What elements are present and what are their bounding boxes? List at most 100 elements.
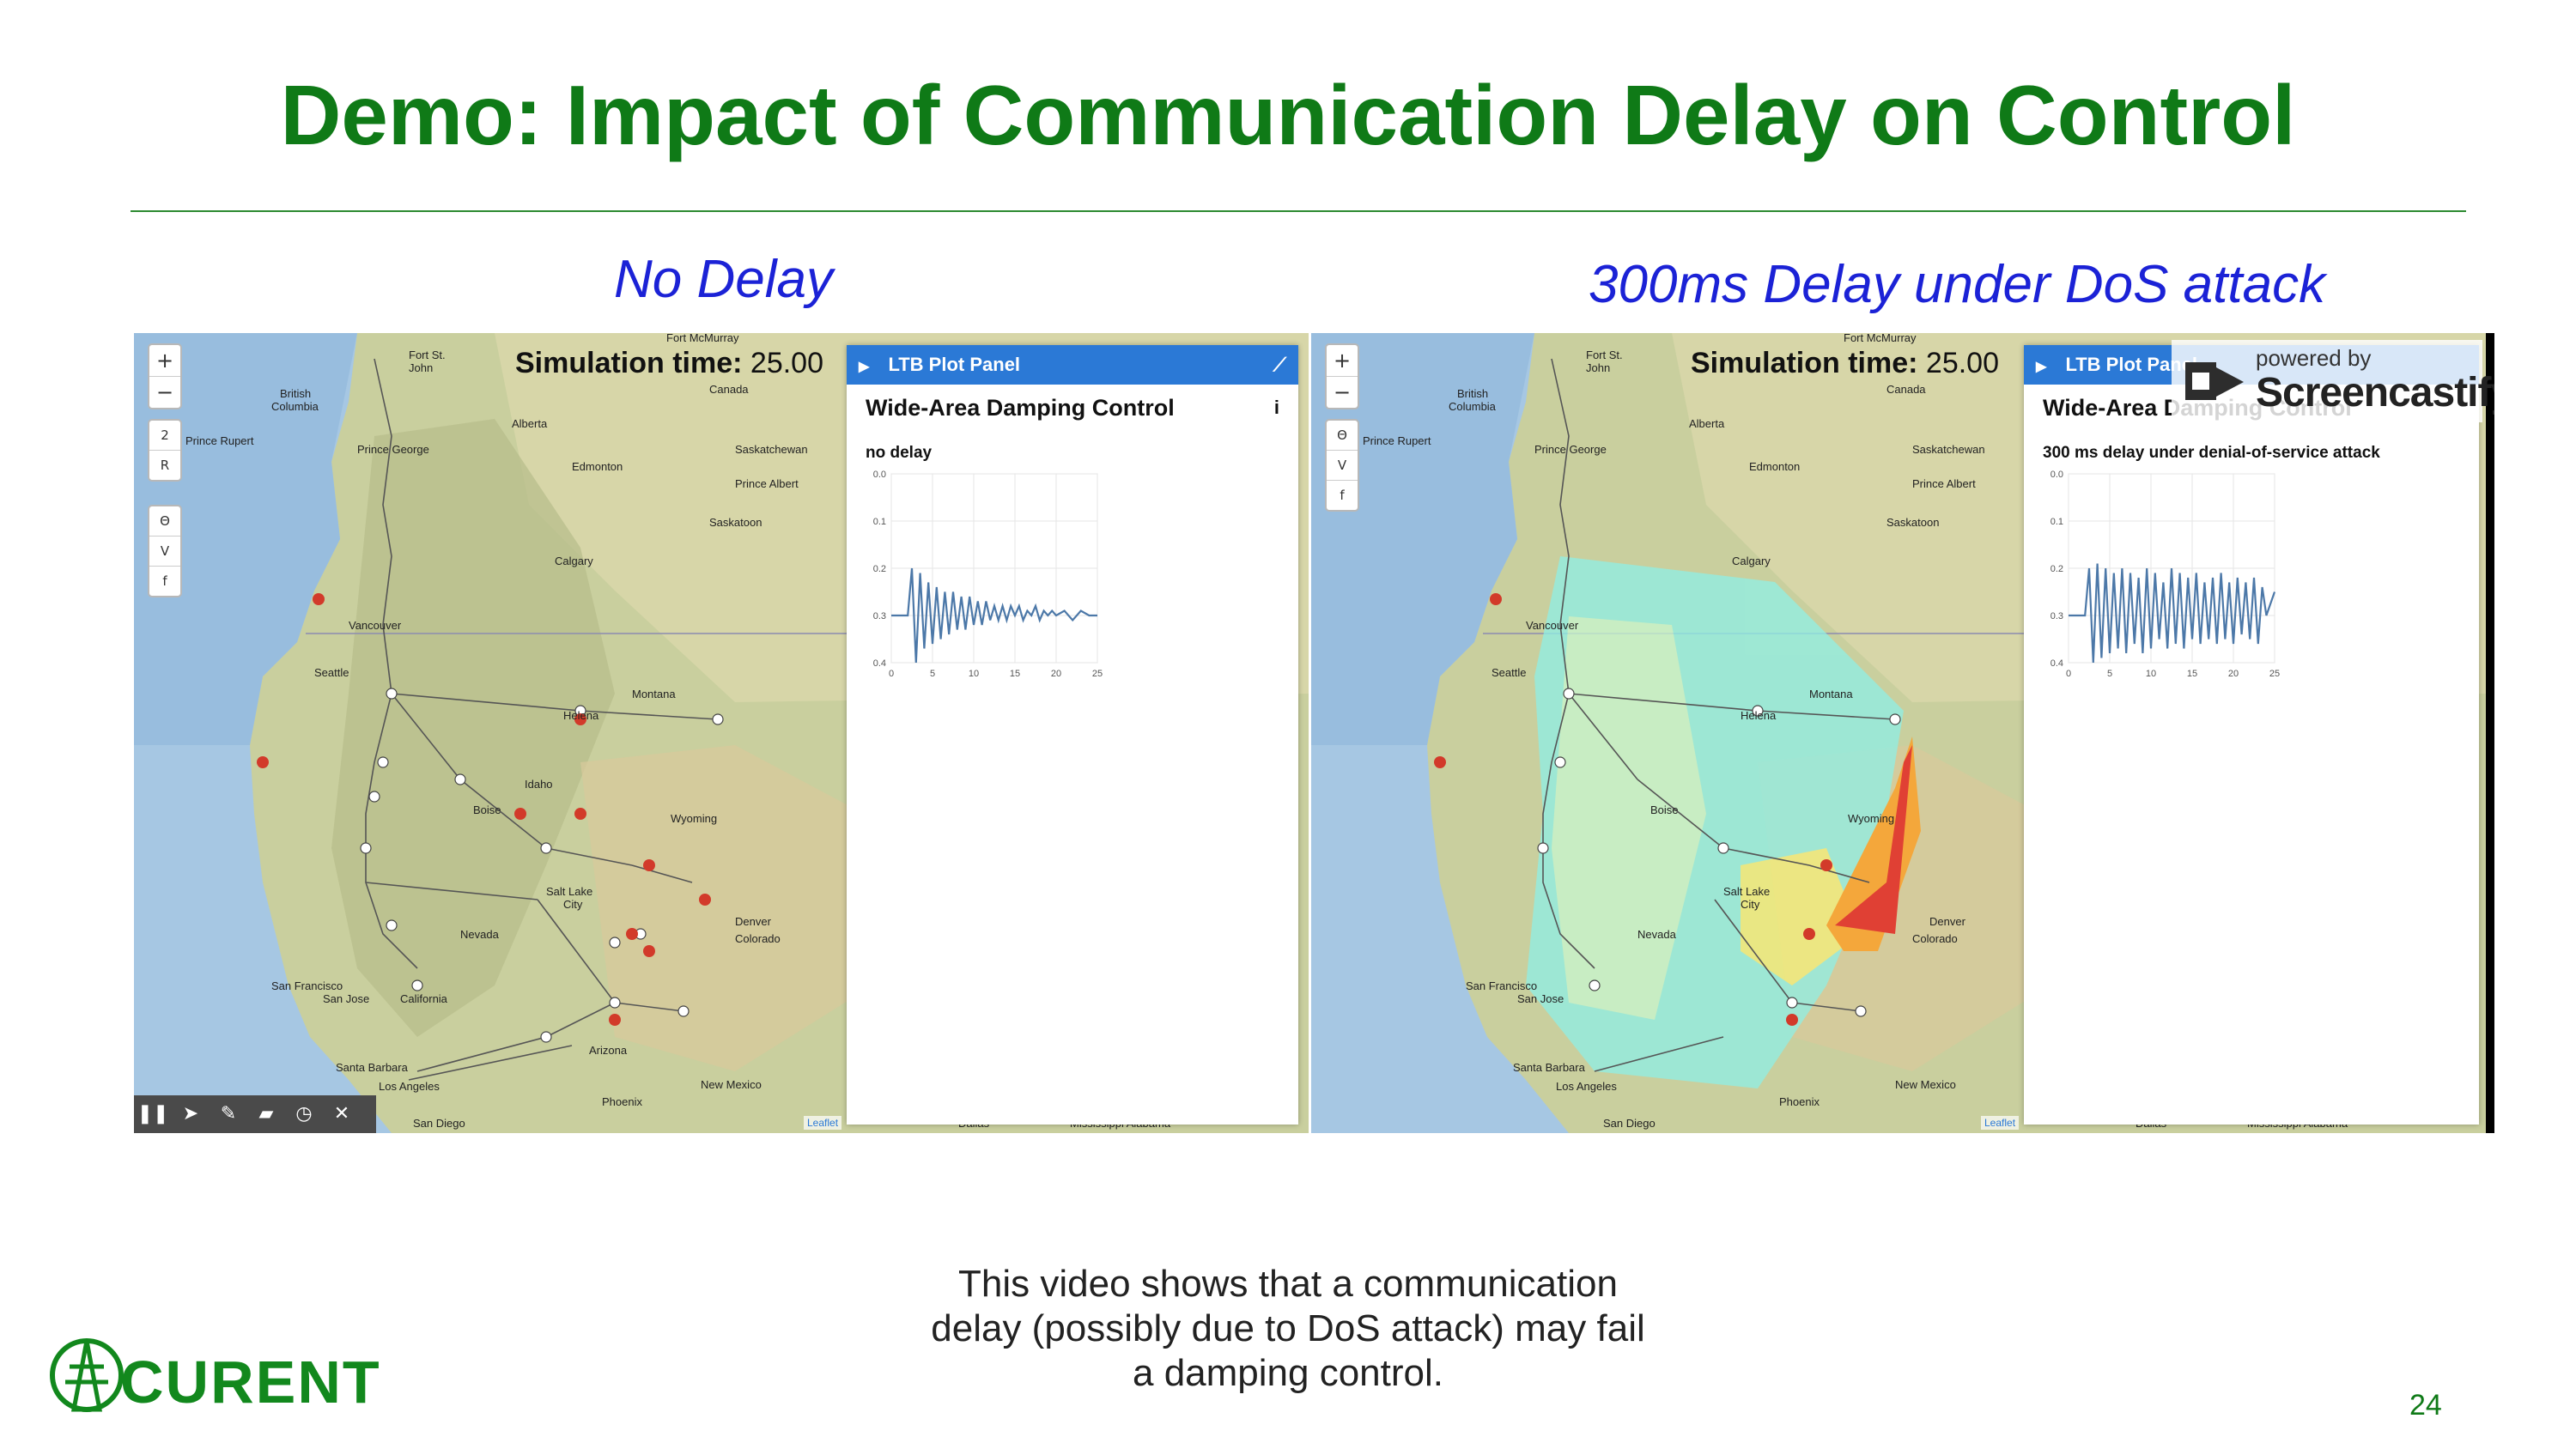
y-tick-label: 0.2 <box>2050 564 2063 574</box>
svg-text:Idaho: Idaho <box>525 778 553 791</box>
layer-button-r[interactable]: R <box>149 451 180 480</box>
leaflet-attribution[interactable]: Leaflet <box>1981 1116 2020 1130</box>
damping-chart-delay: 0 5 10 15 20 25 0.0 0.1 0.2 0.3 0.4 <box>2050 470 2280 679</box>
x-tick-label: 0 <box>889 669 894 679</box>
svg-text:Columbia: Columbia <box>1449 400 1497 413</box>
pause-icon[interactable]: ❚❚ <box>134 1095 172 1133</box>
variable-controls: Θ V f <box>1325 419 1359 512</box>
screencastify-logo-icon <box>2185 362 2244 400</box>
video-panel-delay[interactable]: Fort St. John British Columbia Prince Ru… <box>1311 333 2494 1133</box>
simulation-time: Simulation time: 25.00 <box>515 347 823 380</box>
svg-text:Salt Lake: Salt Lake <box>1723 885 1770 898</box>
watermark-brand: Screencastify <box>2256 370 2494 415</box>
svg-text:California: California <box>400 992 448 1005</box>
voltage-button[interactable]: V <box>1327 451 1358 481</box>
eraser-icon[interactable]: ▰ <box>247 1095 285 1133</box>
expand-arrow-icon[interactable]: ▶ <box>2036 348 2046 387</box>
y-tick-label: 0.0 <box>2050 470 2063 480</box>
svg-text:Santa Barbara: Santa Barbara <box>336 1061 409 1074</box>
svg-text:John: John <box>1586 361 1610 374</box>
y-tick-label: 0.3 <box>2050 611 2063 621</box>
svg-text:Alberta: Alberta <box>1689 417 1725 430</box>
svg-text:Fort McMurray: Fort McMurray <box>666 333 739 344</box>
svg-text:Canada: Canada <box>709 383 749 396</box>
svg-text:Boise: Boise <box>1650 803 1679 816</box>
frequency-button[interactable]: f <box>149 567 180 596</box>
x-tick-label: 5 <box>2107 669 2112 679</box>
svg-text:San Jose: San Jose <box>323 992 369 1005</box>
y-tick-label: 0.2 <box>873 564 886 574</box>
trend-chart-icon[interactable]: ⟋ <box>1273 345 1286 385</box>
svg-text:New Mexico: New Mexico <box>1895 1078 1956 1091</box>
svg-text:City: City <box>1741 898 1760 911</box>
theta-button[interactable]: Θ <box>1327 421 1358 451</box>
svg-text:Denver: Denver <box>735 915 772 928</box>
svg-text:Colorado: Colorado <box>1912 932 1958 945</box>
damping-chart-no-delay: 0 5 10 15 20 25 0.0 0.1 0.2 0.3 0.4 <box>873 470 1103 679</box>
leaflet-attribution[interactable]: Leaflet <box>804 1116 842 1130</box>
sim-time-label: Simulation time: <box>515 347 743 379</box>
pencil-icon[interactable]: ✎ <box>210 1095 247 1133</box>
svg-text:San Jose: San Jose <box>1517 992 1564 1005</box>
sim-time-label: Simulation time: <box>1691 347 1918 379</box>
svg-text:Edmonton: Edmonton <box>572 460 623 473</box>
zoom-out-button[interactable]: − <box>149 377 180 408</box>
zoom-in-button[interactable]: + <box>149 345 180 377</box>
layer-button-2[interactable]: 2 <box>149 421 180 451</box>
svg-text:Los Angeles: Los Angeles <box>379 1080 440 1093</box>
variable-controls: Θ V f <box>148 505 182 597</box>
plot-panel-header-label: LTB Plot Panel <box>888 354 1021 375</box>
watermark-powered-by: powered by <box>2256 345 2372 371</box>
plot-subtitle: no delay <box>866 444 933 462</box>
voltage-button[interactable]: V <box>149 537 180 567</box>
svg-text:Fort St.: Fort St. <box>1586 349 1623 361</box>
svg-text:Helena: Helena <box>563 709 599 722</box>
svg-text:San Francisco: San Francisco <box>271 979 343 992</box>
zoom-control: + − <box>148 343 182 409</box>
y-tick-label: 0.1 <box>2050 517 2063 527</box>
video-panel-no-delay[interactable]: Fort St. John British Columbia Prince Ru… <box>134 333 1309 1133</box>
svg-text:Seattle: Seattle <box>314 666 349 679</box>
svg-text:Wyoming: Wyoming <box>1848 812 1894 825</box>
y-tick-label: 0.4 <box>2050 658 2063 669</box>
zoom-in-button[interactable]: + <box>1327 345 1358 377</box>
svg-text:Columbia: Columbia <box>271 400 319 413</box>
svg-text:Montana: Montana <box>632 688 676 700</box>
timer-icon[interactable]: ◷ <box>285 1095 323 1133</box>
svg-text:Vancouver: Vancouver <box>1526 619 1579 632</box>
svg-text:Prince Rupert: Prince Rupert <box>1363 434 1431 447</box>
sim-time-value: 25.00 <box>750 347 824 379</box>
theta-button[interactable]: Θ <box>149 506 180 537</box>
svg-text:Saskatoon: Saskatoon <box>1886 516 1939 529</box>
curent-logo-icon <box>50 1338 124 1412</box>
svg-text:Alberta: Alberta <box>512 417 548 430</box>
svg-text:Prince Albert: Prince Albert <box>735 477 799 490</box>
svg-text:San Diego: San Diego <box>1603 1117 1656 1130</box>
svg-text:Santa Barbara: Santa Barbara <box>1513 1061 1586 1074</box>
plot-panel: ▶ LTB Plot Panel ⟋ Wide-Area Damping Con… <box>847 345 1298 1125</box>
curent-logo-text: CURENT <box>120 1349 381 1416</box>
svg-text:Saskatchewan: Saskatchewan <box>735 443 808 456</box>
info-icon[interactable]: i <box>1274 397 1279 419</box>
svg-text:Los Angeles: Los Angeles <box>1556 1080 1617 1093</box>
zoom-out-button[interactable]: − <box>1327 377 1358 408</box>
svg-text:Prince George: Prince George <box>1534 443 1607 456</box>
svg-text:City: City <box>563 898 583 911</box>
svg-text:Calgary: Calgary <box>555 555 593 567</box>
sim-time-value: 25.00 <box>1925 347 2000 379</box>
y-tick-label: 0.4 <box>873 658 886 669</box>
layer-controls: 2 R <box>148 419 182 482</box>
svg-text:Wyoming: Wyoming <box>671 812 717 825</box>
close-icon[interactable]: ✕ <box>323 1095 361 1133</box>
zoom-control: + − <box>1325 343 1359 409</box>
plot-subtitle: 300 ms delay under denial-of-service att… <box>2043 444 2380 462</box>
svg-text:Colorado: Colorado <box>735 932 781 945</box>
svg-text:San Diego: San Diego <box>413 1117 465 1130</box>
svg-text:Calgary: Calgary <box>1732 555 1771 567</box>
pointer-icon[interactable]: ➤ <box>172 1095 210 1133</box>
footer-description: This video shows that a communication de… <box>931 1263 1645 1394</box>
svg-text:Denver: Denver <box>1929 915 1966 928</box>
frequency-button[interactable]: f <box>1327 481 1358 510</box>
expand-arrow-icon[interactable]: ▶ <box>859 348 869 387</box>
plot-panel-header[interactable]: ▶ LTB Plot Panel ⟋ <box>847 345 1298 385</box>
